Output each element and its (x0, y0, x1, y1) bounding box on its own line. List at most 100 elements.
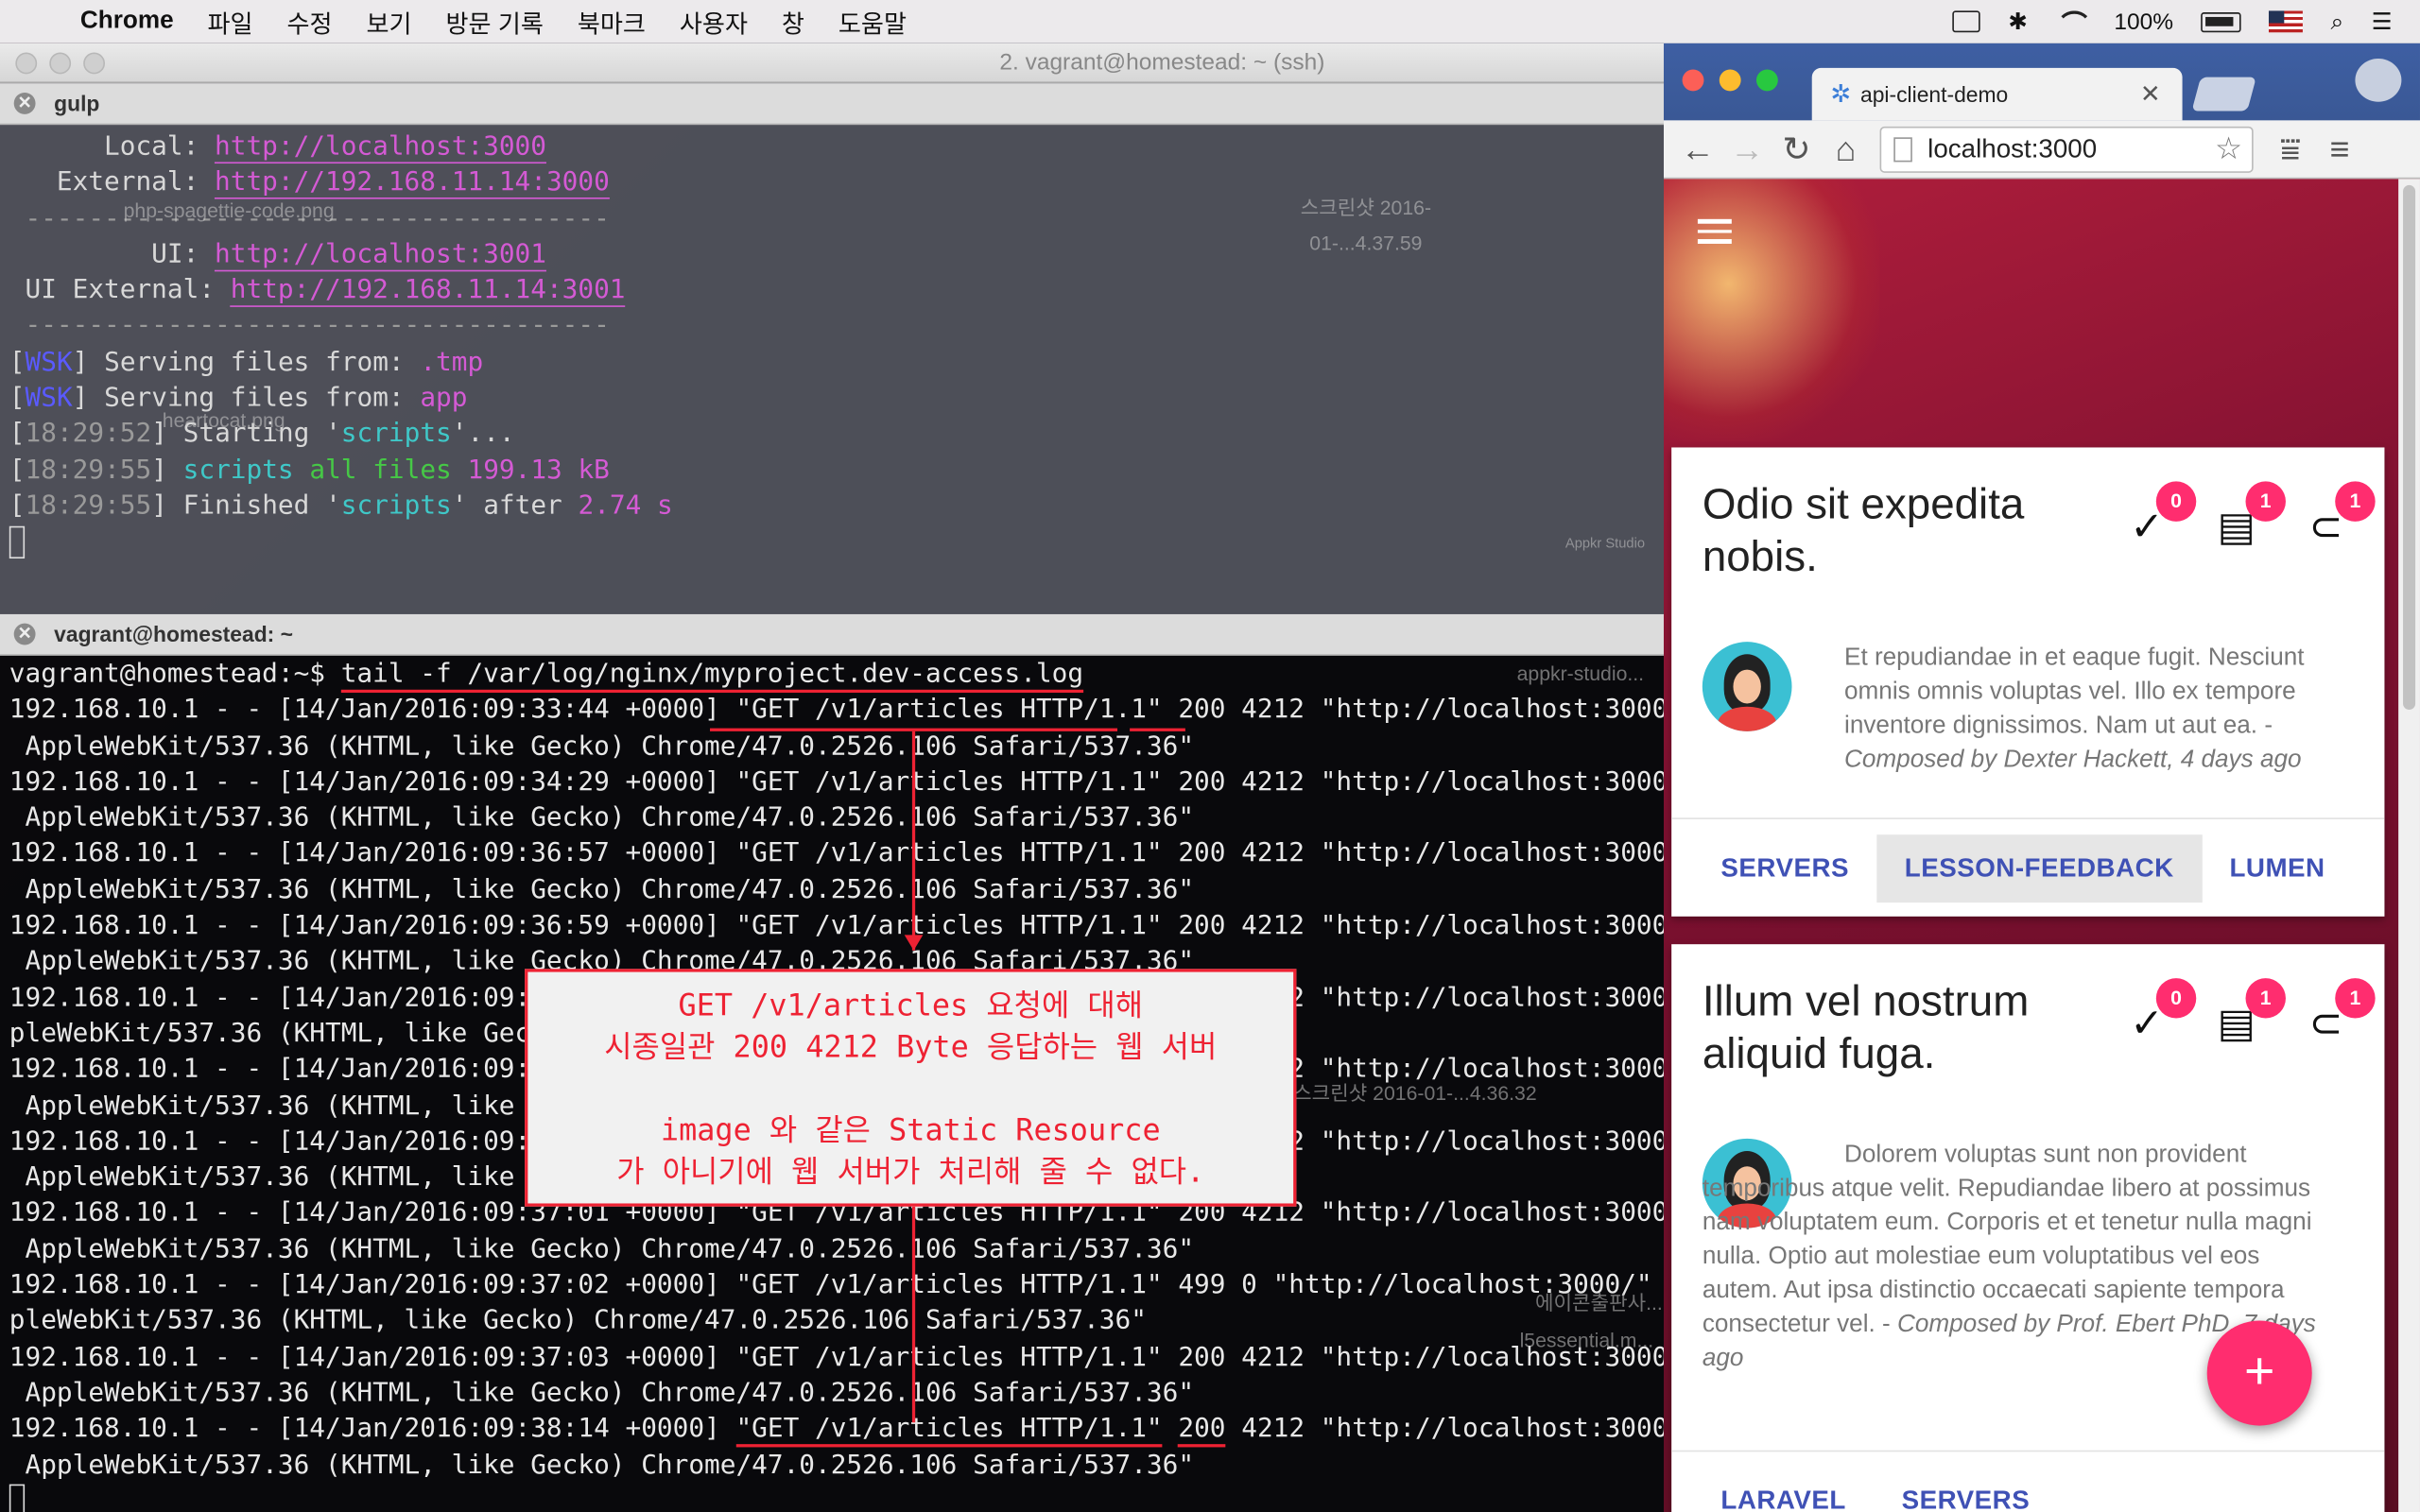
close-window-button[interactable] (15, 51, 38, 74)
local-url[interactable]: http://localhost:3000 (215, 130, 546, 164)
input-source-flag-icon[interactable] (2269, 10, 2304, 33)
comment-icon[interactable]: ▤ 1 (2208, 481, 2286, 549)
desktop-file-label: heartocat.png (162, 408, 285, 433)
tag-button-laravel[interactable]: LARAVEL (1693, 1467, 1874, 1512)
tag-button-servers[interactable]: SERVERS (1874, 1467, 2057, 1512)
tag-button-lesson-feedback[interactable]: LESSON-FEEDBACK (1876, 833, 2203, 902)
log-line: 192.168.10.1 - - [14/Jan/2016:09:34:29 +… (9, 766, 1664, 798)
timestamp: 18:29:55 (25, 455, 152, 486)
attachment-icon[interactable]: ⊂ 1 (2298, 481, 2376, 549)
text: Finished ' (166, 490, 341, 522)
text: Local: (9, 130, 216, 163)
close-pane-icon[interactable]: ✕ (13, 92, 36, 114)
wifi-icon[interactable] (2055, 10, 2093, 32)
address-bar[interactable]: localhost:3000 ☆ (1879, 126, 2254, 173)
menu-people[interactable]: 사용자 (680, 3, 748, 40)
zoom-window-button[interactable] (83, 51, 106, 74)
airplay-icon[interactable] (1952, 10, 1980, 33)
notification-center-icon[interactable]: ☰ (2372, 8, 2393, 36)
scrollbar-thumb[interactable] (2403, 184, 2416, 711)
badge-count: 0 (2155, 978, 2197, 1019)
menu-edit[interactable]: 수정 (287, 3, 333, 40)
check-icon[interactable]: ✓ 0 (2119, 481, 2197, 549)
close-tab-icon[interactable]: ✕ (2140, 78, 2161, 110)
text: all files (293, 455, 452, 486)
menu-help[interactable]: 도움말 (838, 3, 907, 40)
text: scripts (166, 455, 294, 486)
back-icon[interactable]: ← (1679, 129, 1716, 168)
new-tab-button[interactable] (2191, 77, 2256, 112)
text: 2.74 s (578, 490, 673, 522)
log-line: 192.168.10.1 - - [14/Jan/2016:09:36:57 +… (9, 838, 1664, 869)
shell-command: tail -f /var/log/nginx/myproject.dev-acc… (340, 659, 1084, 694)
attachment-icon[interactable]: ⊂ 1 (2298, 978, 2376, 1046)
incognito-avatar-icon[interactable] (2355, 59, 2402, 102)
card-text: Et repudiandae in et eaque fugit. Nesciu… (1844, 644, 2305, 740)
screen: Chrome 파일 수정 보기 방문 기록 북마크 사용자 창 도움말 ✱ 10… (0, 0, 2420, 1512)
desktop-file-label: Appkr Studio (1564, 535, 1646, 551)
page-scrollbar[interactable] (2398, 179, 2420, 1512)
bluetooth-icon[interactable]: ✱ (2008, 8, 2028, 36)
minimize-window-button[interactable] (1719, 69, 1741, 92)
extension-icon[interactable]: ⩸ (2272, 129, 2308, 168)
log-line: 192.168.10.1 - - [14/Jan/2016:09:33:44 +… (9, 695, 1664, 726)
app-menu-chrome[interactable]: Chrome (80, 8, 174, 35)
reload-icon[interactable]: ↻ (1778, 129, 1815, 168)
arrow-down-icon (904, 935, 924, 951)
minimize-window-button[interactable] (49, 51, 72, 74)
url-text: localhost:3000 (1927, 133, 2098, 163)
browser-toolbar: ← → ↻ ⌂ localhost:3000 ☆ ⩸ ≡ (1663, 120, 2420, 180)
annotation-line: 시종일관 200 4212 Byte 응답하는 웹 서버 (604, 1028, 1218, 1065)
forward-icon[interactable]: → (1729, 129, 1766, 168)
battery-icon[interactable] (2201, 11, 2241, 32)
page-icon (1893, 136, 1912, 162)
terminal-titlebar: 2. vagrant@homestead: ~ (ssh) (0, 43, 1664, 84)
card-meta: Composed by Dexter Hackett, 4 days ago (1844, 747, 2302, 773)
card-text: Dolorem voluptas sunt non provident temp… (1702, 1142, 2312, 1338)
text: UI: (9, 238, 216, 270)
hamburger-menu-icon[interactable] (1697, 218, 1732, 249)
text: .tmp (420, 346, 484, 378)
connector-line (911, 730, 916, 951)
annotation-line: GET /v1/articles 요청에 대해 (678, 987, 1144, 1023)
check-icon[interactable]: ✓ 0 (2119, 978, 2197, 1046)
pane-header-vagrant[interactable]: ✕ vagrant@homestead: ~ (0, 613, 1664, 656)
log-line: AppleWebKit/537.36 (KHTML, like Gecko) C… (9, 874, 1195, 906)
add-fab-button[interactable]: + (2206, 1320, 2312, 1426)
bookmark-star-icon[interactable]: ☆ (2215, 129, 2242, 168)
card-title[interactable]: Illum vel nostrum aliquid fuga. (1703, 975, 2058, 1080)
gulp-pane[interactable]: Local: http://localhost:3000 External: h… (0, 125, 1664, 614)
menu-window[interactable]: 창 (782, 3, 804, 40)
ui-url[interactable]: http://localhost:3001 (215, 238, 546, 272)
terminal-cursor (9, 525, 26, 558)
menu-history[interactable]: 방문 기록 (446, 3, 544, 40)
terminal-window: 2. vagrant@homestead: ~ (ssh) ✕ gulp Loc… (0, 43, 1664, 1512)
menu-file[interactable]: 파일 (208, 3, 253, 40)
desktop-file-label: php-spagettie-code.png (123, 198, 335, 223)
pane-header-gulp[interactable]: ✕ gulp (0, 83, 1664, 126)
favicon-icon: ✲ (1830, 81, 1852, 109)
spotlight-search-icon[interactable]: ⌕ (2331, 9, 2344, 35)
close-pane-icon[interactable]: ✕ (13, 623, 36, 645)
tag-button-servers[interactable]: SERVERS (1693, 833, 1876, 902)
tab-title: api-client-demo (1860, 81, 2009, 107)
menu-view[interactable]: 보기 (367, 3, 412, 40)
card-actions: LARAVEL SERVERS (1671, 1450, 2385, 1512)
tab-api-client-demo[interactable]: ✲ api-client-demo ✕ (1811, 67, 2183, 121)
text (1163, 1414, 1179, 1445)
comment-icon[interactable]: ▤ 1 (2208, 978, 2286, 1046)
card-title[interactable]: Odio sit expedita nobis. (1703, 478, 2058, 583)
home-icon[interactable]: ⌂ (1827, 129, 1864, 168)
desktop-file-label: 에이콘출판사... (1534, 1291, 1663, 1315)
text: 4212 "http://localhost:3000/" "M (1241, 1413, 1664, 1445)
chrome-menu-icon[interactable]: ≡ (2322, 129, 2359, 168)
pane-title: vagrant@homestead: ~ (54, 621, 293, 647)
zoom-window-button[interactable] (1755, 69, 1778, 92)
ui-external-url[interactable]: http://192.168.11.14:3001 (230, 274, 626, 308)
text: scripts (340, 419, 452, 450)
menu-bookmarks[interactable]: 북마크 (578, 3, 646, 40)
chrome-window: ✲ api-client-demo ✕ ← → ↻ ⌂ localhost:30… (1663, 43, 2420, 1512)
tag-button-lumen[interactable]: LUMEN (2202, 833, 2353, 902)
timestamp: 18:29:55 (25, 490, 152, 522)
close-window-button[interactable] (1682, 69, 1704, 92)
